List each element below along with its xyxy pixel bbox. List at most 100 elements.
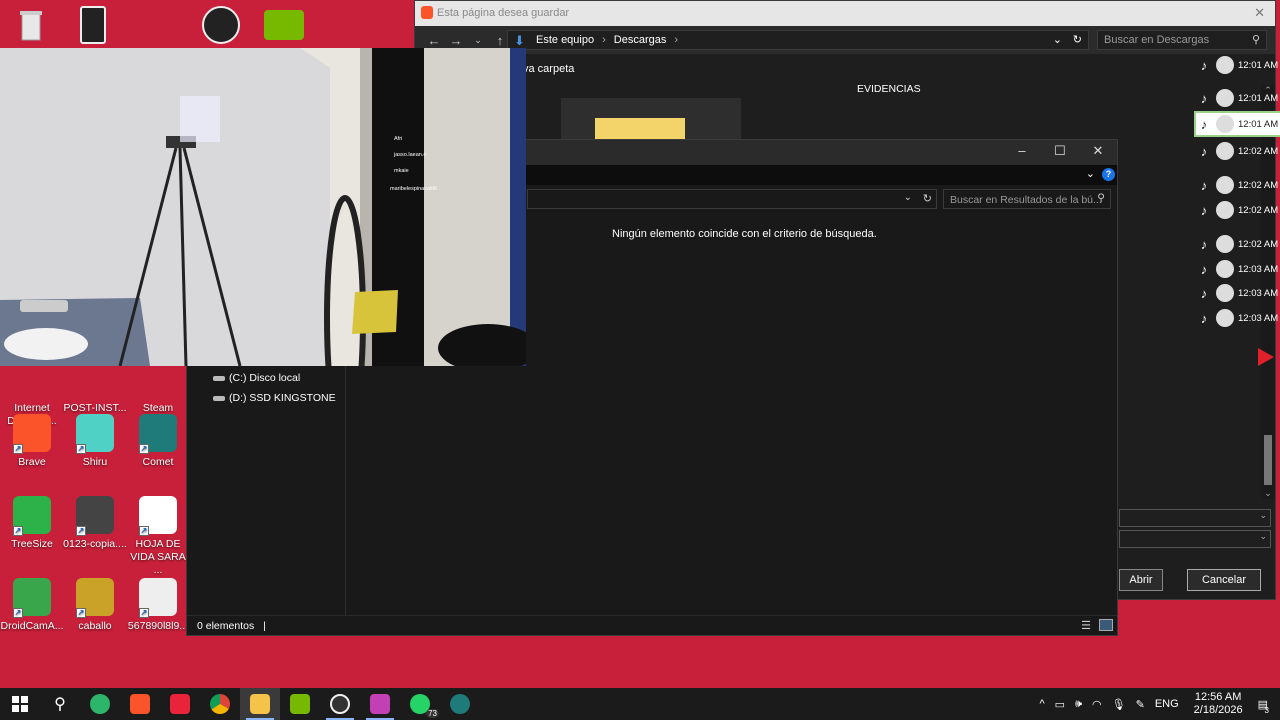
desktop-icon[interactable]: ↗ TreeSize bbox=[0, 496, 64, 551]
taskbar-explorer[interactable] bbox=[240, 688, 280, 720]
filename-combobox[interactable]: ⌄ bbox=[1119, 509, 1271, 527]
nvidia-icon[interactable] bbox=[264, 10, 304, 40]
close-icon[interactable]: ✕ bbox=[1079, 143, 1117, 159]
drive-d[interactable]: (D:) SSD KINGSTONE bbox=[213, 392, 336, 404]
tiktok-item[interactable]: ♪ 12:03 AM bbox=[1196, 307, 1280, 329]
desktop-icon-label: HOJA DE VIDA SARA ... bbox=[130, 538, 186, 576]
taskbar-comet[interactable] bbox=[440, 688, 480, 720]
taskbar-app[interactable] bbox=[360, 688, 400, 720]
avatar bbox=[1216, 89, 1234, 107]
treesize-icon: ↗ bbox=[13, 496, 51, 536]
avatar bbox=[1216, 284, 1234, 302]
back-icon[interactable]: ← bbox=[423, 33, 445, 48]
tiktok-item[interactable]: ♪ 12:02 AM bbox=[1196, 174, 1280, 196]
obs-icon[interactable] bbox=[202, 6, 240, 44]
microphone-icon[interactable]: 🎙 bbox=[1112, 698, 1126, 711]
folder-thumbnail[interactable] bbox=[561, 98, 741, 140]
desktop-icon-label: Shiru bbox=[82, 456, 108, 468]
breadcrumb-this-pc[interactable]: Este equipo bbox=[536, 34, 594, 46]
desktop-icon[interactable]: ↗ Comet bbox=[126, 414, 190, 469]
folder-icon bbox=[250, 694, 270, 714]
details-view-icon[interactable]: ☰ bbox=[1081, 619, 1091, 632]
large-icons-view-icon[interactable] bbox=[1099, 619, 1113, 631]
shortcut-arrow-icon: ↗ bbox=[139, 526, 149, 536]
taskbar-chrome[interactable] bbox=[200, 688, 240, 720]
tiktok-item[interactable]: ♪ 12:02 AM bbox=[1196, 140, 1280, 162]
minimize-icon[interactable]: – bbox=[1003, 143, 1041, 158]
scroll-down-icon[interactable]: ⌄ bbox=[1261, 488, 1275, 499]
search-input[interactable]: Buscar en Resultados de la bú... ⚲ bbox=[943, 189, 1111, 209]
tiktok-time: 12:03 AM bbox=[1238, 312, 1279, 324]
webcam-overlay: Afri jasso.laean.o mkaie maribelespinavalit… bbox=[0, 48, 526, 366]
tiktok-icon: ♪ bbox=[1200, 202, 1208, 218]
drive-c[interactable]: (C:) Disco local bbox=[213, 372, 300, 384]
open-button[interactable]: Abrir bbox=[1119, 569, 1163, 591]
search-placeholder: Buscar en Descargas bbox=[1104, 34, 1210, 46]
chat-username: mkaie bbox=[394, 168, 409, 174]
taskbar-whatsapp[interactable]: 73 bbox=[400, 688, 440, 720]
chevron-down-icon[interactable]: ⌄ bbox=[1086, 167, 1095, 180]
address-bar[interactable]: ⬇ Este equipo › Descargas › ⌄ ↻ bbox=[507, 30, 1089, 50]
shortcut-arrow-icon: ↗ bbox=[13, 444, 23, 454]
search-input[interactable]: Buscar en Descargas ⚲ bbox=[1097, 30, 1267, 50]
date: 2/18/2026 bbox=[1193, 704, 1243, 716]
cancel-button[interactable]: Cancelar bbox=[1187, 569, 1261, 591]
refresh-icon[interactable]: ↻ bbox=[1073, 33, 1082, 46]
desktop-icon[interactable]: ↗ HOJA DE VIDA SARA ... bbox=[126, 496, 190, 577]
folder-label: EVIDENCIAS bbox=[857, 83, 921, 95]
tiktok-item[interactable]: ♪ 12:02 AM bbox=[1196, 233, 1280, 255]
tiktok-item[interactable]: ♪ 12:02 AM bbox=[1196, 199, 1280, 221]
notification-icon[interactable]: ▤ 3 bbox=[1258, 698, 1269, 715]
battery-icon[interactable]: ▭ bbox=[1055, 698, 1065, 711]
taskbar-app[interactable] bbox=[80, 688, 120, 720]
chevron-down-icon[interactable]: ⌄ bbox=[904, 192, 912, 203]
desktop-icon[interactable]: ↗ Brave bbox=[0, 414, 64, 469]
scrollbar-thumb[interactable] bbox=[1264, 435, 1272, 485]
desktop-icon[interactable]: ↗ DroidCamA... bbox=[0, 578, 64, 633]
desktop-icon[interactable]: ↗POST-INST... bbox=[63, 360, 127, 415]
shortcut-arrow-icon: ↗ bbox=[76, 526, 86, 536]
tiktok-item[interactable]: ♪ 12:03 AM bbox=[1196, 282, 1280, 304]
pen-icon[interactable]: ✎ bbox=[1136, 698, 1145, 711]
desktop-icon[interactable]: ↗ caballo bbox=[63, 578, 127, 633]
desktop-icon[interactable]: ↗ 567890l8l9... bbox=[126, 578, 190, 633]
chevron-up-icon[interactable]: ^ bbox=[1040, 698, 1045, 710]
chevron-down-icon[interactable]: ⌄ bbox=[1053, 33, 1062, 46]
recycle-bin-icon[interactable] bbox=[14, 6, 48, 44]
address-bar[interactable]: ⌄ ↻ bbox=[527, 189, 937, 209]
volume-icon[interactable]: 🕪 bbox=[1075, 698, 1082, 711]
tiktok-icon: ♪ bbox=[1200, 310, 1208, 326]
new-folder-button[interactable]: va carpeta bbox=[523, 63, 574, 75]
desktop-icon[interactable]: ↗ 0123-copia.... bbox=[63, 496, 127, 551]
desktop-icon[interactable]: ↗ Shiru bbox=[63, 414, 127, 469]
chevron-right-icon: › bbox=[674, 34, 679, 46]
tiktok-item[interactable]: ♪ 12:03 AM bbox=[1196, 258, 1280, 280]
clock[interactable]: 12:56 AM 2/18/2026 bbox=[1194, 691, 1243, 717]
tiktok-item[interactable]: ♪ 12:01 AM bbox=[1194, 111, 1280, 137]
breadcrumb-downloads[interactable]: Descargas bbox=[614, 34, 667, 46]
search-button[interactable]: ⚲ bbox=[40, 688, 80, 720]
close-icon[interactable]: ✕ bbox=[1254, 5, 1265, 21]
tiktok-icon: ♪ bbox=[1200, 143, 1208, 159]
desktop-icon[interactable]: ↗Steam bbox=[126, 360, 190, 415]
taskbar-brave[interactable] bbox=[120, 688, 160, 720]
taskbar-app[interactable] bbox=[160, 688, 200, 720]
network-icon[interactable]: ◠ bbox=[1092, 698, 1102, 711]
video-shortcut-icon[interactable] bbox=[80, 6, 106, 44]
tiktok-item[interactable]: ♪ 12:01 AM bbox=[1196, 54, 1280, 76]
desktop-icon-label: DroidCamA... bbox=[0, 620, 64, 632]
language-indicator[interactable]: ENG bbox=[1155, 698, 1179, 710]
search-placeholder: Buscar en Resultados de la bú... bbox=[950, 194, 1102, 206]
taskbar-nvidia[interactable] bbox=[280, 688, 320, 720]
taskbar-obs[interactable] bbox=[320, 688, 360, 720]
refresh-icon[interactable]: ↻ bbox=[923, 192, 932, 205]
start-button[interactable] bbox=[0, 688, 40, 720]
tiktok-item[interactable]: ♪ 12:01 AM bbox=[1196, 87, 1280, 109]
recent-dropdown-icon[interactable]: ⌄ bbox=[467, 35, 489, 46]
shortcut-arrow-icon: ↗ bbox=[139, 608, 149, 618]
forward-icon[interactable]: → bbox=[445, 33, 467, 48]
help-icon[interactable]: ? bbox=[1102, 168, 1115, 181]
maximize-icon[interactable]: ☐ bbox=[1041, 143, 1079, 159]
filetype-combobox[interactable]: ⌄ bbox=[1119, 530, 1271, 548]
search-icon: ⚲ bbox=[1251, 34, 1260, 46]
